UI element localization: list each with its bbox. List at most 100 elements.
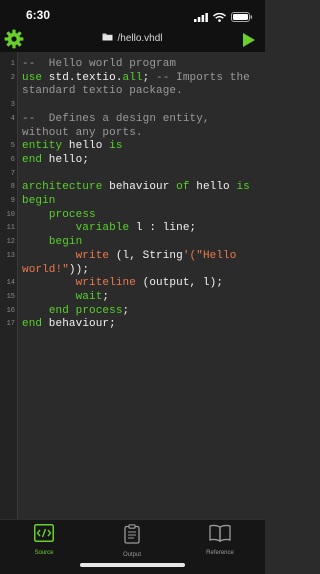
code-token-plain: std.textio. [42,71,123,84]
code-token-keyword: end process [48,304,123,317]
tab-output[interactable]: Output [88,524,176,558]
code-text: wait; [22,290,109,304]
line-number: 8 [10,183,15,192]
line-number: 9 [10,197,15,205]
code-text: standard textio package. [22,84,183,98]
code-token-keyword: is [109,140,123,153]
code-line: 17 end behaviour; [0,317,265,331]
code-line: 6 end hello; [0,153,265,167]
status-bar: 6:30 [0,0,265,28]
code-text: world!")); [22,263,89,277]
line-number: 3 [10,101,15,110]
line-number: 17 [6,320,15,329]
tab-reference-label: Reference [206,550,234,556]
code-token-keyword: all [122,71,143,84]
code-token-plain: (l, String [109,249,183,262]
tab-reference[interactable]: Reference [176,524,264,558]
code-token-comment: -- Defines a design entity, [22,112,210,125]
code-token-plain: ; [102,290,110,303]
play-icon [241,33,257,52]
code-token-plain: hello; [42,153,90,166]
line-number: 10 [6,210,15,219]
code-text: end hello; [22,153,89,167]
code-line: 7 [0,167,265,181]
tab-source[interactable]: Source [0,524,88,558]
code-line: 15 wait; [0,290,265,304]
wifi-icon [213,9,226,27]
code-text: begin [22,235,82,249]
code-text: entity hello is [22,139,123,153]
code-text: use std.textio.all; -- Imports the [22,71,250,85]
tab-source-label: Source [34,550,54,556]
code-file-icon [34,524,54,547]
line-number: 2 [10,73,15,82]
code-line: 3 [0,98,265,112]
code-line: 9 begin [0,194,265,208]
code-text: begin [22,194,56,208]
code-token-keyword: end [22,153,43,166]
code-line: 14 writeline (output, l); [0,276,265,290]
code-token-string: world!" [22,263,69,276]
code-token-keyword: begin [22,195,56,207]
app-screen: 6:30 /hello.vhdl 1 -- Hello world progra… [0,0,265,574]
code-line: 12 begin [0,235,265,249]
code-token-keyword: wait [75,290,103,303]
file-title: /hello.vhdl [0,32,265,44]
line-number: 6 [10,155,15,164]
code-text: end process; [22,304,129,318]
code-token-comment: standard textio package. [22,85,183,98]
code-line: 10 process [0,208,265,222]
code-line: 11 variable l : line; [0,221,265,235]
file-title-label: /hello.vhdl [117,32,163,44]
code-line: 4 -- Defines a design entity, [0,112,265,126]
clipboard-icon [124,524,140,549]
code-token-keyword: is [236,181,250,194]
navigation-bar: /hello.vhdl [0,28,265,52]
signal-icon [194,9,208,27]
code-line: without any ports. [0,126,265,140]
code-line: world!")); [0,263,265,277]
code-line: 5 entity hello is [0,139,265,153]
code-line: 1 -- Hello world program [0,57,265,71]
line-number: 5 [10,142,15,151]
code-token-plain: ; [142,71,157,84]
code-token-keyword: begin [48,236,83,249]
line-number: 7 [10,169,15,178]
code-token-plain: behaviour; [42,318,116,331]
line-number: 4 [10,114,15,123]
code-token-plain: ; [122,304,130,317]
code-token-keyword: architecture [22,181,103,194]
code-editor[interactable]: 1 -- Hello world program 2 use std.textio.a… [0,52,265,519]
code-token-comment: without any ports. [22,126,143,139]
code-token-keyword: end [22,318,43,331]
line-number: 14 [6,279,15,288]
code-line: standard textio package. [0,84,265,98]
run-button[interactable] [241,32,257,48]
code-text: -- Hello world program [22,57,176,71]
code-token-keyword: use [22,71,43,84]
code-token-string: '("Hello [182,249,237,262]
code-text: without any ports. [22,126,143,140]
line-number: 13 [6,251,15,260]
battery-icon [231,9,253,27]
code-token-keyword: variable [75,222,130,235]
code-line: 16 end process; [0,304,265,318]
book-icon [209,524,231,547]
code-token-comment: -- Imports the [156,71,250,84]
code-text: -- Defines a design entity, [22,112,210,126]
code-line: 8 architecture behaviour of hello is [0,180,265,194]
line-number: 11 [6,224,15,233]
code-token-plain: behaviour [102,181,177,194]
code-token-string: write [75,249,110,262]
code-token-comment: -- Hello world program [22,58,177,70]
code-token-plain: (output, l); [135,277,224,290]
code-line: 2 use std.textio.all; -- Imports the [0,71,265,85]
status-icons [194,9,253,27]
